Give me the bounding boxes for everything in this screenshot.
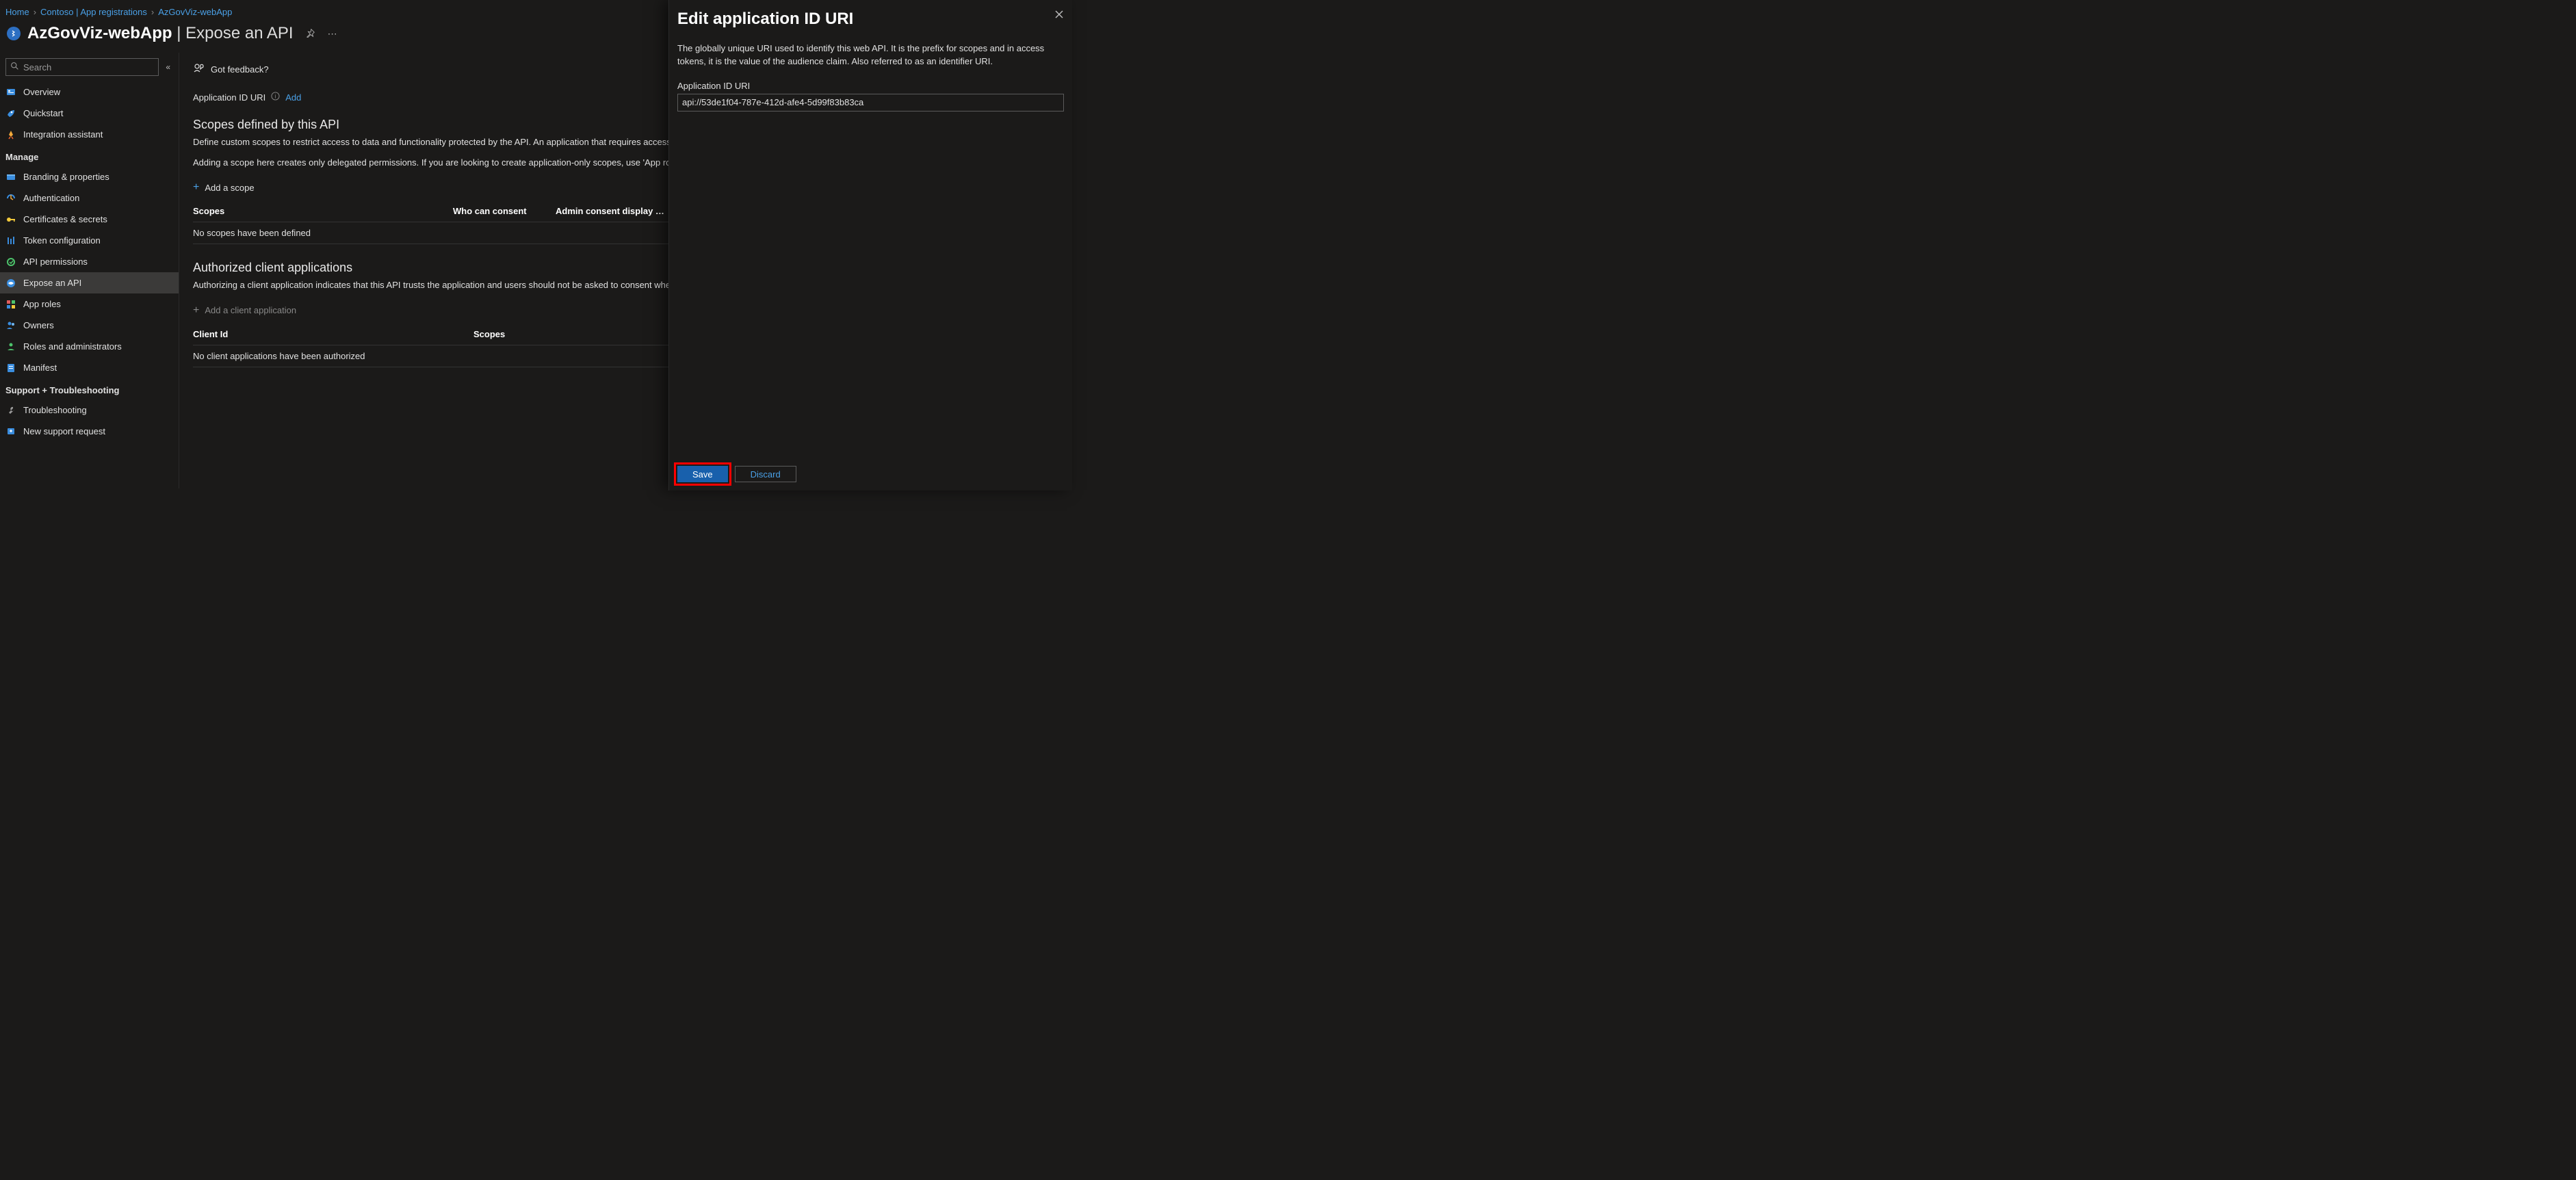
collapse-sidebar-button[interactable]: « <box>163 60 173 75</box>
sidebar-item-label: Branding & properties <box>23 172 109 182</box>
api-permissions-icon <box>5 257 16 267</box>
sidebar-item-expose-api[interactable]: Expose an API <box>0 272 179 293</box>
more-icon[interactable]: ⋯ <box>328 28 337 40</box>
app-roles-icon <box>5 299 16 310</box>
sidebar-item-new-support-request[interactable]: New support request <box>0 421 179 442</box>
chevron-right-icon: › <box>34 7 36 17</box>
sidebar-item-manifest[interactable]: Manifest <box>0 357 179 378</box>
edit-app-id-uri-panel: Edit application ID URI The globally uni… <box>668 0 1072 490</box>
sidebar-item-overview[interactable]: Overview <box>0 81 179 103</box>
app-id-uri-input[interactable] <box>677 94 1064 112</box>
app-id-uri-field-label: Application ID URI <box>677 81 1064 91</box>
sidebar-item-label: Expose an API <box>23 278 81 288</box>
sidebar-search[interactable] <box>5 58 159 76</box>
plus-icon: + <box>193 181 199 194</box>
sidebar-item-label: Owners <box>23 320 54 330</box>
sidebar-item-label: API permissions <box>23 257 88 267</box>
column-scopes: Scopes <box>193 206 453 216</box>
sidebar: « Overview Quickstart Integration assist… <box>0 53 179 488</box>
empty-scopes-message: No scopes have been defined <box>193 228 453 238</box>
sidebar-item-label: Integration assistant <box>23 129 103 140</box>
feedback-label: Got feedback? <box>211 64 269 75</box>
panel-title: Edit application ID URI <box>677 10 853 29</box>
application-id-uri-label: Application ID URI <box>193 92 265 103</box>
search-input[interactable] <box>23 62 154 73</box>
search-icon <box>10 62 19 73</box>
info-icon[interactable]: i <box>271 92 280 103</box>
authentication-icon <box>5 193 16 204</box>
sidebar-item-label: App roles <box>23 299 61 309</box>
sidebar-item-label: Certificates & secrets <box>23 214 107 224</box>
feedback-icon <box>193 62 205 77</box>
sidebar-item-label: Token configuration <box>23 235 101 246</box>
sidebar-item-certificates[interactable]: Certificates & secrets <box>0 209 179 230</box>
sidebar-item-token-configuration[interactable]: Token configuration <box>0 230 179 251</box>
plus-icon: + <box>193 304 199 317</box>
breadcrumb-current[interactable]: AzGovViz-webApp <box>158 7 232 17</box>
token-icon <box>5 235 16 246</box>
sidebar-item-label: Roles and administrators <box>23 341 122 352</box>
add-scope-label: Add a scope <box>205 183 254 193</box>
chevron-right-icon: › <box>151 7 154 17</box>
add-app-id-uri-link[interactable]: Add <box>285 92 301 103</box>
sidebar-item-api-permissions[interactable]: API permissions <box>0 251 179 272</box>
sidebar-item-quickstart[interactable]: Quickstart <box>0 103 179 124</box>
column-who-can-consent: Who can consent <box>453 206 556 216</box>
sidebar-item-label: Authentication <box>23 193 79 203</box>
discard-button[interactable]: Discard <box>735 466 796 482</box>
column-client-id: Client Id <box>193 329 473 339</box>
panel-footer: Save Discard <box>677 466 796 482</box>
quickstart-icon <box>5 108 16 119</box>
page-title: AzGovViz-webApp | Expose an API <box>27 24 294 43</box>
save-button[interactable]: Save <box>677 466 728 482</box>
manifest-icon <box>5 363 16 373</box>
key-icon <box>5 214 16 225</box>
close-icon[interactable] <box>1054 10 1064 23</box>
sidebar-item-branding[interactable]: Branding & properties <box>0 166 179 187</box>
panel-description: The globally unique URI used to identify… <box>677 42 1064 68</box>
add-scope-button[interactable]: + Add a scope <box>193 177 255 200</box>
sidebar-section-support: Support + Troubleshooting <box>0 378 179 399</box>
sidebar-item-label: Quickstart <box>23 108 64 118</box>
svg-text:i: i <box>275 92 276 99</box>
sidebar-item-app-roles[interactable]: App roles <box>0 293 179 315</box>
breadcrumb-home[interactable]: Home <box>5 7 29 17</box>
expose-api-icon <box>5 278 16 289</box>
rocket-icon <box>5 129 16 140</box>
add-client-label: Add a client application <box>205 305 296 315</box>
branding-icon <box>5 172 16 183</box>
sidebar-item-label: Overview <box>23 87 60 97</box>
sidebar-item-integration-assistant[interactable]: Integration assistant <box>0 124 179 145</box>
sidebar-item-roles-admins[interactable]: Roles and administrators <box>0 336 179 357</box>
empty-clients-message: No client applications have been authori… <box>193 351 473 361</box>
sidebar-item-owners[interactable]: Owners <box>0 315 179 336</box>
sidebar-item-troubleshooting[interactable]: Troubleshooting <box>0 399 179 421</box>
breadcrumb-app-registrations[interactable]: Contoso | App registrations <box>40 7 147 17</box>
sidebar-item-label: New support request <box>23 426 105 436</box>
add-client-application-button[interactable]: + Add a client application <box>193 300 296 324</box>
owners-icon <box>5 320 16 331</box>
sidebar-item-label: Troubleshooting <box>23 405 87 415</box>
sidebar-item-authentication[interactable]: Authentication <box>0 187 179 209</box>
wrench-icon <box>5 405 16 416</box>
app-registration-icon <box>5 25 22 42</box>
support-icon <box>5 426 16 437</box>
overview-icon <box>5 87 16 98</box>
sidebar-section-manage: Manage <box>0 145 179 166</box>
sidebar-item-label: Manifest <box>23 363 57 373</box>
roles-admins-icon <box>5 341 16 352</box>
pin-icon[interactable] <box>306 28 315 40</box>
